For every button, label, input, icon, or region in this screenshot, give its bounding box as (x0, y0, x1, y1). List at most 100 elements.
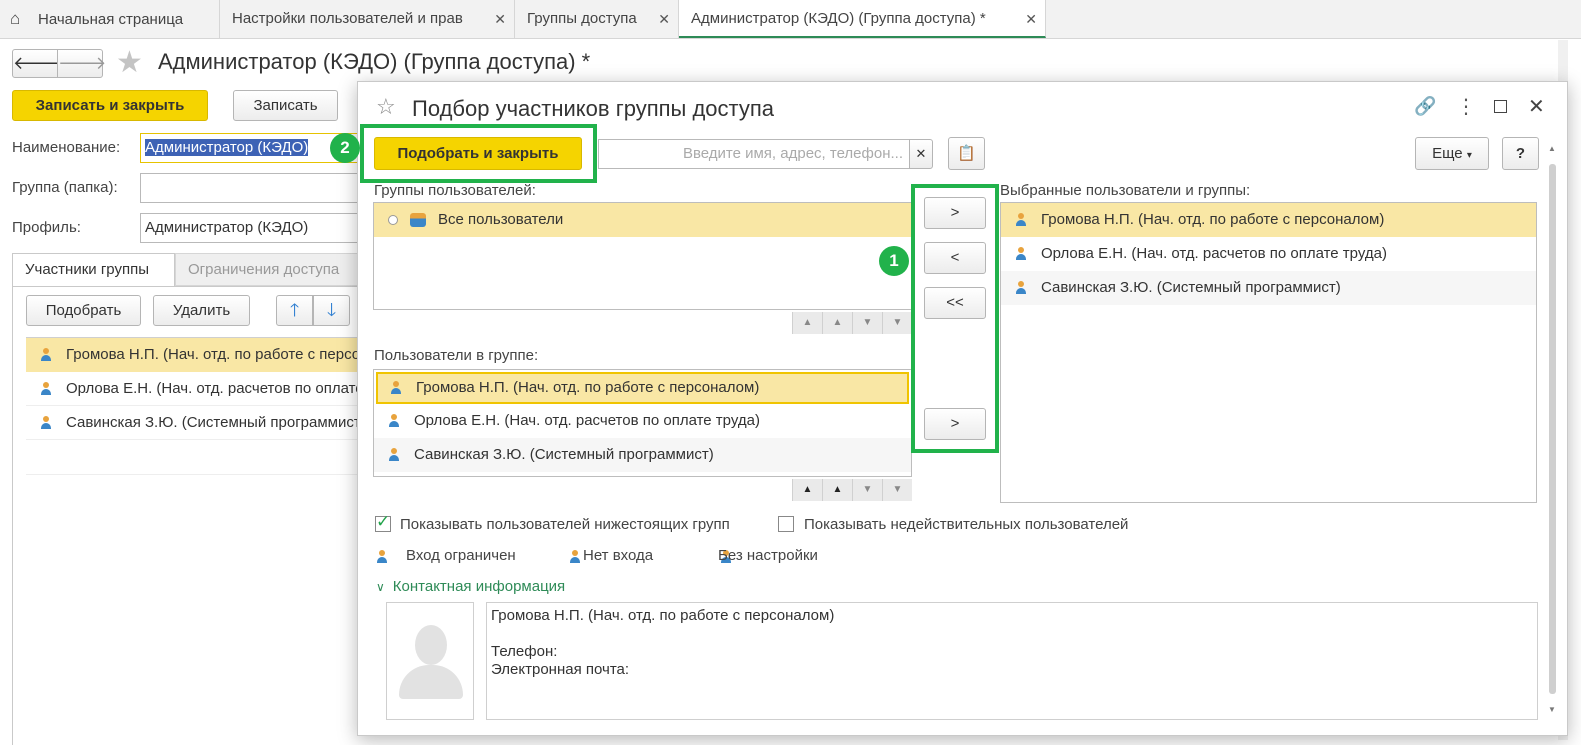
user-name: Савинская З.Ю. (Системный программист) (414, 446, 714, 463)
delete-button[interactable]: Удалить (153, 295, 250, 326)
forward-button[interactable]: 🡒 (57, 49, 106, 78)
highlight-box-1 (911, 184, 999, 453)
clipboard-icon: 📋 (957, 145, 976, 162)
maximize-icon[interactable] (1494, 100, 1507, 113)
pick-button[interactable]: Подобрать (26, 295, 141, 326)
contact-details: Громова Н.П. (Нач. отд. по работе с перс… (486, 602, 1538, 720)
first-icon[interactable]: ▲ (792, 479, 822, 501)
list-item[interactable]: Орлова Е.Н. (Нач. отд. расчетов по оплат… (1001, 237, 1536, 271)
close-icon[interactable]: ✕ (494, 0, 506, 38)
tab-restrictions[interactable]: Ограничения доступа (175, 253, 375, 286)
users-group-icon (410, 213, 426, 228)
user-icon (388, 414, 400, 428)
profile-field[interactable]: Администратор (КЭДО) (140, 213, 370, 243)
member-name: Орлова Е.Н. (Нач. отд. расчетов по оплат… (66, 380, 372, 397)
pick-members-dialog: ☆ Подбор участников группы доступа 🔗 ⋮ ✕… (357, 81, 1568, 736)
show-subgroups-checkbox[interactable]: ✓ (375, 512, 391, 532)
page-title: Администратор (КЭДО) (Группа доступа) * (158, 49, 591, 74)
up-icon[interactable]: ▲ (822, 312, 852, 334)
group-field[interactable] (140, 173, 370, 203)
more-vertical-icon[interactable]: ⋮ (1456, 94, 1476, 119)
tab-home[interactable]: ⌂ Начальная страница (0, 0, 220, 38)
user-name: Орлова Е.Н. (Нач. отд. расчетов по оплат… (414, 412, 760, 429)
tab-home-label: Начальная страница (38, 11, 184, 28)
name-value: Администратор (КЭДО) (145, 139, 309, 156)
selected-name: Савинская З.Ю. (Системный программист) (1041, 279, 1341, 296)
clear-search-button[interactable]: ✕ (909, 139, 933, 169)
no-login-icon (569, 550, 581, 564)
save-button[interactable]: Записать (233, 90, 338, 121)
move-up-button[interactable]: 🡑 (276, 295, 313, 326)
table-row[interactable]: Орлова Е.Н. (Нач. отд. расчетов по оплат… (26, 372, 372, 406)
avatar-head (415, 625, 447, 665)
down-icon[interactable]: ▼ (852, 479, 882, 501)
login-restricted-icon (376, 550, 388, 564)
more-button[interactable]: Еще ▾ (1415, 137, 1489, 170)
list-item[interactable]: Громова Н.П. (Нач. отд. по работе с перс… (1001, 203, 1536, 237)
tab-access-groups[interactable]: Группы доступа ✕ (515, 0, 679, 38)
users-label: Пользователи в группе: (374, 347, 539, 364)
contact-header: Контактная информация (392, 578, 566, 595)
contact-phone: Телефон: (491, 643, 558, 660)
name-label: Наименование: (12, 139, 121, 156)
down-icon[interactable]: ▼ (852, 312, 882, 334)
user-name: Громова Н.П. (Нач. отд. по работе с перс… (416, 379, 760, 396)
users-nav: ▲ ▲ ▼ ▼ (792, 479, 912, 501)
close-icon[interactable]: ✕ (1025, 0, 1037, 38)
dialog-title: Подбор участников группы доступа (412, 96, 775, 121)
selected-name: Громова Н.П. (Нач. отд. по работе с перс… (1041, 211, 1385, 228)
close-icon[interactable]: ✕ (658, 0, 670, 38)
link-icon[interactable]: 🔗 (1414, 96, 1436, 117)
avatar-body (399, 665, 463, 699)
contact-name: Громова Н.П. (Нач. отд. по работе с перс… (491, 607, 835, 624)
legend-no-settings: Без настройки (718, 547, 818, 564)
highlight-box-2 (360, 124, 597, 183)
close-icon[interactable]: ✕ (1528, 94, 1545, 119)
list-item[interactable]: Громова Н.П. (Нач. отд. по работе с перс… (376, 372, 909, 404)
up-icon[interactable]: ▲ (822, 479, 852, 501)
tab-members[interactable]: Участники группы (12, 253, 175, 287)
star-icon[interactable]: ☆ (376, 94, 396, 120)
contact-email: Электронная почта: (491, 661, 630, 678)
selected-list: Громова Н.П. (Нач. отд. по работе с перс… (1000, 202, 1537, 503)
clipboard-button[interactable]: 📋 (948, 137, 985, 170)
user-icon (40, 348, 52, 362)
last-icon[interactable]: ▼ (882, 312, 912, 334)
list-item[interactable]: Все пользователи (374, 203, 911, 237)
chevron-down-icon: ▾ (1466, 150, 1472, 161)
tab-user-settings-label: Настройки пользователей и прав (232, 10, 463, 27)
first-icon[interactable]: ▲ (792, 312, 822, 334)
help-button[interactable]: ? (1502, 137, 1539, 170)
members-table: Громова Н.П. (Нач. отд. по работе с перс… (26, 337, 372, 475)
show-invalid-label: Показывать недействительных пользователе… (804, 516, 1129, 533)
move-down-button[interactable]: 🡓 (313, 295, 350, 326)
table-row[interactable]: Громова Н.П. (Нач. отд. по работе с перс… (26, 338, 372, 372)
user-icon (1015, 213, 1027, 227)
arrow-up-icon: 🡑 (289, 300, 300, 320)
user-icon (40, 416, 52, 430)
star-icon[interactable]: ★ (116, 47, 143, 79)
list-item[interactable]: Орлова Е.Н. (Нач. отд. расчетов по оплат… (374, 404, 911, 438)
dialog-scrollbar[interactable]: ▲ ▼ (1548, 144, 1556, 714)
user-icon (390, 381, 402, 395)
table-row[interactable]: Савинская З.Ю. (Системный программист) (26, 406, 372, 440)
chevron-down-icon: ∨ (376, 580, 385, 594)
list-item[interactable]: Савинская З.Ю. (Системный программист) (1001, 271, 1536, 305)
tab-admin-group[interactable]: Администратор (КЭДО) (Группа доступа) * ✕ (679, 0, 1046, 38)
contact-info-toggle[interactable]: ∨ Контактная информация (376, 578, 565, 595)
table-row-empty (26, 440, 372, 475)
tab-access-groups-label: Группы доступа (527, 10, 637, 27)
show-invalid-checkbox[interactable] (778, 516, 794, 532)
tab-user-settings[interactable]: Настройки пользователей и прав ✕ (220, 0, 515, 38)
badge-1: 1 (879, 246, 909, 276)
user-icon (1015, 247, 1027, 261)
more-label: Еще (1432, 145, 1463, 162)
save-close-button[interactable]: Записать и закрыть (12, 90, 208, 121)
groups-label: Группы пользователей: (374, 182, 536, 199)
user-icon (1015, 281, 1027, 295)
list-item[interactable]: Савинская З.Ю. (Системный программист) (374, 438, 911, 472)
profile-label: Профиль: (12, 219, 81, 236)
search-input[interactable]: Введите имя, адрес, телефон... (598, 139, 910, 169)
back-button[interactable]: 🡐 (12, 49, 61, 78)
last-icon[interactable]: ▼ (882, 479, 912, 501)
